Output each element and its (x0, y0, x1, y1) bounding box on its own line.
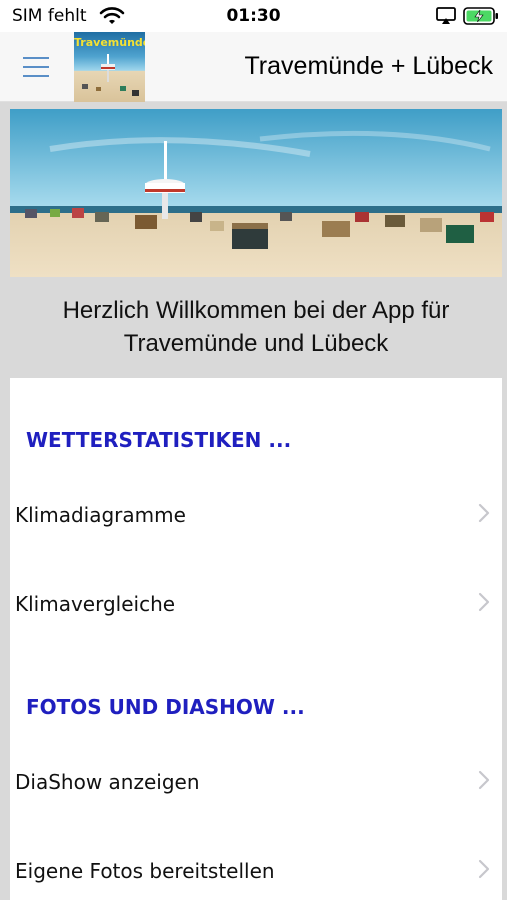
list-item-eigene-fotos[interactable]: Eigene Fotos bereitstellen (10, 839, 502, 899)
hero-beach-image (10, 109, 502, 277)
status-time: 01:30 (226, 6, 281, 26)
section-header-photos: FOTOS UND DIASHOW ... (26, 695, 305, 719)
page-title: Travemünde + Lübeck (244, 52, 493, 80)
battery-charging-icon (463, 7, 498, 25)
status-bar: SIM fehlt 01:30 (0, 0, 507, 32)
menu-list: WETTERSTATISTIKEN ... Klimadiagramme Kli… (10, 378, 502, 900)
welcome-line-1: Herzlich Willkommen bei der App für (62, 297, 450, 324)
list-item-label: Klimavergleiche (15, 592, 176, 616)
chevron-right-icon (478, 503, 490, 523)
app-logo: Travemünde (74, 32, 145, 102)
navigation-bar: Travemünde Travemünde + Lübeck (0, 32, 507, 102)
list-item-label: Eigene Fotos bereitstellen (15, 859, 275, 883)
menu-button[interactable] (14, 45, 58, 89)
section-header-weather: WETTERSTATISTIKEN ... (26, 428, 292, 452)
list-item-label: DiaShow anzeigen (15, 770, 200, 794)
list-item-label: Klimadiagramme (15, 503, 186, 527)
hamburger-icon-line (23, 75, 49, 77)
hamburger-icon (23, 57, 49, 59)
list-item-klimadiagramme[interactable]: Klimadiagramme (10, 483, 502, 543)
welcome-message: Herzlich Willkommen bei der App für Trav… (10, 294, 502, 360)
beach-image (10, 109, 502, 277)
logo-lifeguard-tower-icon (82, 54, 139, 96)
chevron-right-icon (478, 859, 490, 879)
welcome-line-2: Travemünde und Lübeck (123, 330, 389, 357)
chevron-right-icon (478, 770, 490, 790)
airplay-icon (436, 7, 456, 24)
chevron-right-icon (478, 592, 490, 612)
list-item-diashow[interactable]: DiaShow anzeigen (10, 750, 502, 810)
list-item-klimavergleiche[interactable]: Klimavergleiche (10, 572, 502, 632)
hamburger-icon-line (23, 66, 49, 68)
